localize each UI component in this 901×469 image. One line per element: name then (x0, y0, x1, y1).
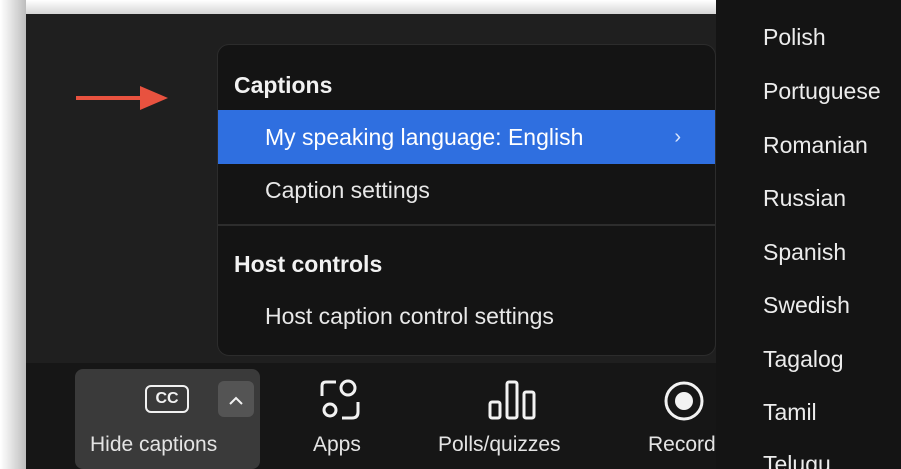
pointer-arrow-icon (76, 86, 168, 110)
language-item[interactable]: Swedish (763, 292, 850, 319)
chevron-up-icon (229, 396, 243, 405)
closed-captions-icon: CC (145, 385, 189, 413)
language-item[interactable]: Telugu (763, 451, 831, 469)
caption-settings-label: Caption settings (265, 177, 430, 203)
apps-label[interactable]: Apps (313, 433, 361, 457)
language-item[interactable]: Russian (763, 185, 846, 212)
host-caption-settings-item[interactable]: Host caption control settings (218, 289, 715, 343)
language-item[interactable]: Spanish (763, 239, 846, 266)
host-controls-header: Host controls (234, 251, 383, 277)
host-caption-settings-label: Host caption control settings (265, 303, 554, 329)
polls-icon[interactable] (488, 378, 538, 422)
language-item[interactable]: Tamil (763, 399, 817, 426)
chevron-right-icon: › (674, 126, 681, 148)
record-label[interactable]: Record (648, 433, 716, 457)
hide-captions-label: Hide captions (90, 433, 218, 456)
speaking-language-item[interactable]: My speaking language: English › (218, 110, 715, 164)
polls-label[interactable]: Polls/quizzes (438, 433, 561, 457)
language-submenu: Polish Portuguese Romanian Russian Spani… (716, 0, 901, 469)
language-item[interactable]: Romanian (763, 132, 868, 159)
screenshot-frame: Captions My speaking language: English ›… (0, 0, 901, 469)
captions-menu: Captions My speaking language: English ›… (217, 44, 716, 356)
language-item[interactable]: Tagalog (763, 346, 844, 373)
captions-options-caret-button[interactable] (218, 381, 254, 417)
apps-icon[interactable] (318, 378, 362, 422)
language-item[interactable]: Polish (763, 24, 826, 51)
speaking-language-label: My speaking language: English (265, 124, 584, 150)
captions-header: Captions (234, 72, 333, 98)
language-item[interactable]: Portuguese (763, 78, 881, 105)
frame-shadow-left (0, 0, 26, 469)
menu-divider (218, 224, 715, 226)
record-icon[interactable] (663, 380, 705, 422)
caption-settings-item[interactable]: Caption settings (218, 163, 715, 217)
